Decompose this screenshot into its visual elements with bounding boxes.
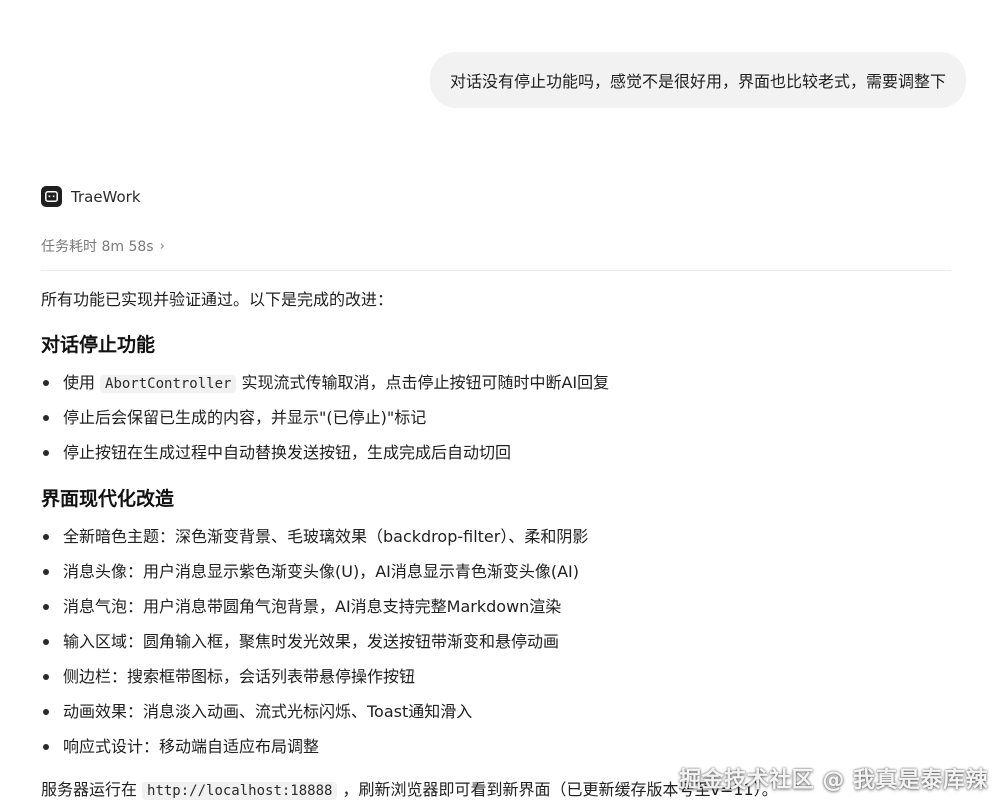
bullet [43,415,49,421]
item-text: 消息气泡：用户消息带圆角气泡背景，AI消息支持完整Markdown渲染 [63,597,562,616]
list-item: 动画效果：消息淡入动画、流式光标闪烁、Toast通知滑入 [41,699,588,734]
bullet [43,674,49,680]
bullet [43,639,49,645]
section-title-stop: 对话停止功能 [41,334,156,356]
list-item: 输入区域：圆角输入框，聚焦时发光效果，发送按钮带渐变和悬停动画 [41,629,588,664]
divider [41,270,951,271]
assistant-name: TraeWork [71,187,141,206]
item-text: 使用 [63,373,96,392]
list-item: 停止按钮在生成过程中自动替换发送按钮，生成完成后自动切回 [41,440,609,475]
bullet [43,450,49,456]
watermark: 掘金技术社区 @ 我真是泰库辣 [679,768,988,793]
item-text: 实现流式传输取消，点击停止按钮可随时中断AI回复 [241,373,610,392]
item-text: 侧边栏：搜索框带图标，会话列表带悬停操作按钮 [63,667,416,686]
item-text: 动画效果：消息淡入动画、流式光标闪烁、Toast通知滑入 [63,702,473,721]
assistant-header: TraeWork [41,186,141,207]
user-message-text: 对话没有停止功能吗，感觉不是很好用，界面也比较老式，需要调整下 [449,72,946,91]
item-text: 响应式设计：移动端自适应布局调整 [63,737,320,756]
ui-feature-list: 全新暗色主题：深色渐变背景、毛玻璃效果（backdrop-filter）、柔和阴… [41,524,588,769]
inline-code: AbortController [100,375,237,393]
section-title-ui: 界面现代化改造 [41,488,175,510]
list-item: 停止后会保留已生成的内容，并显示"(已停止)"标记 [41,405,609,440]
user-message-bubble: 对话没有停止功能吗，感觉不是很好用，界面也比较老式，需要调整下 [429,52,966,108]
item-text: 全新暗色主题：深色渐变背景、毛玻璃效果（backdrop-filter）、柔和阴… [63,527,589,546]
response-intro: 所有功能已实现并验证通过。以下是完成的改进： [41,290,394,309]
item-text: 停止后会保留已生成的内容，并显示"(已停止)"标记 [63,408,427,427]
list-item: 消息气泡：用户消息带圆角气泡背景，AI消息支持完整Markdown渲染 [41,594,588,629]
task-duration-text: 任务耗时 8m 58s [41,239,154,255]
footer-text: 服务器运行在 [41,780,138,799]
bullet [43,380,49,386]
chevron-right-icon: › [159,238,165,254]
bullet [43,604,49,610]
list-item: 消息头像：用户消息显示紫色渐变头像(U)，AI消息显示青色渐变头像(AI) [41,559,588,594]
task-duration-toggle[interactable]: 任务耗时 8m 58s › [41,236,165,256]
bullet [43,569,49,575]
list-item: 使用 AbortController 实现流式传输取消，点击停止按钮可随时中断AI回… [41,370,609,405]
bullet [43,744,49,750]
bullet [43,709,49,715]
item-text: 输入区域：圆角输入框，聚焦时发光效果，发送按钮带渐变和悬停动画 [63,632,560,651]
stop-feature-list: 使用 AbortController 实现流式传输取消，点击停止按钮可随时中断AI回… [41,370,609,475]
traework-logo-icon [41,186,62,207]
list-item: 侧边栏：搜索框带图标，会话列表带悬停操作按钮 [41,664,588,699]
assistant-response: 所有功能已实现并验证通过。以下是完成的改进： 对话停止功能 使用 AbortCon… [41,287,961,800]
list-item: 全新暗色主题：深色渐变背景、毛玻璃效果（backdrop-filter）、柔和阴… [41,524,588,559]
server-url-code: http://localhost:18888 [142,782,338,800]
bullet [43,534,49,540]
item-text: 消息头像：用户消息显示紫色渐变头像(U)，AI消息显示青色渐变头像(AI) [63,562,580,581]
server-info: 服务器运行在 http://localhost:18888 ，刷新浏览器即可看到新界… [41,777,778,804]
list-item: 响应式设计：移动端自适应布局调整 [41,734,588,769]
item-text: 停止按钮在生成过程中自动替换发送按钮，生成完成后自动切回 [63,443,512,462]
